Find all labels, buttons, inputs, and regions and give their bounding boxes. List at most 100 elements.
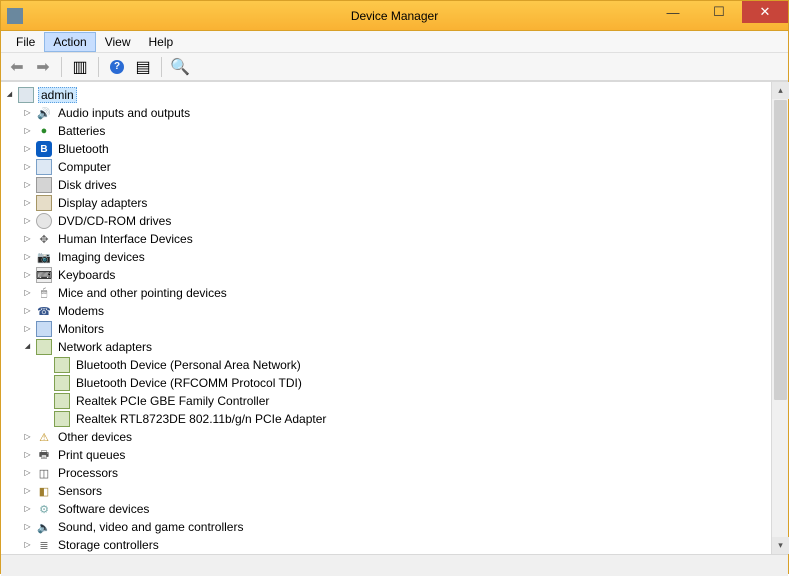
- comp-icon: [36, 159, 52, 175]
- menu-action[interactable]: Action: [44, 32, 95, 52]
- expander-icon[interactable]: [21, 340, 34, 353]
- expander-icon[interactable]: [21, 430, 34, 443]
- node-label: Bluetooth Device (Personal Area Network): [74, 358, 303, 372]
- menu-view[interactable]: View: [96, 32, 140, 52]
- hid-icon: ✥: [36, 231, 52, 247]
- tree-category[interactable]: ⌨ Keyboards: [3, 266, 771, 284]
- app-icon: [7, 8, 23, 24]
- expander-icon[interactable]: [21, 214, 34, 227]
- scroll-down-button[interactable]: ▾: [772, 537, 789, 554]
- expander-icon[interactable]: [21, 484, 34, 497]
- stor-icon: ≣: [36, 537, 52, 553]
- img-icon: 📷: [36, 249, 52, 265]
- expander-icon[interactable]: [21, 106, 34, 119]
- net-icon: [36, 339, 52, 355]
- properties-button[interactable]: ▤: [131, 55, 155, 79]
- node-label: Keyboards: [56, 268, 117, 282]
- sens-icon: ◧: [36, 483, 52, 499]
- mouse-icon: 🖱: [36, 285, 52, 301]
- expander-icon[interactable]: [21, 250, 34, 263]
- dvd-icon: [36, 213, 52, 229]
- expander-icon[interactable]: [21, 520, 34, 533]
- node-label: Disk drives: [56, 178, 119, 192]
- mon-icon: [36, 321, 52, 337]
- tree-category[interactable]: ◫Processors: [3, 464, 771, 482]
- tree-device[interactable]: Realtek PCIe GBE Family Controller: [3, 392, 771, 410]
- tree-category[interactable]: DVD/CD-ROM drives: [3, 212, 771, 230]
- tree-category[interactable]: ≣Storage controllers: [3, 536, 771, 554]
- node-label: Other devices: [56, 430, 134, 444]
- expander-icon[interactable]: [21, 232, 34, 245]
- tree-category[interactable]: ◧Sensors: [3, 482, 771, 500]
- tree-category[interactable]: Display adapters: [3, 194, 771, 212]
- kb-icon: ⌨: [36, 267, 52, 283]
- node-label: Human Interface Devices: [56, 232, 195, 246]
- expander-icon[interactable]: [21, 322, 34, 335]
- expander-icon[interactable]: [21, 142, 34, 155]
- help-button[interactable]: ?: [105, 55, 129, 79]
- expander-icon[interactable]: [21, 178, 34, 191]
- expander-icon[interactable]: [3, 88, 16, 101]
- expander-icon[interactable]: [21, 466, 34, 479]
- node-label: Audio inputs and outputs: [56, 106, 192, 120]
- tree-root[interactable]: admin: [3, 86, 771, 104]
- menu-help[interactable]: Help: [140, 32, 183, 52]
- close-button[interactable]: ✕: [742, 1, 788, 23]
- node-label: Display adapters: [56, 196, 149, 210]
- tree-category[interactable]: ☎ Modems: [3, 302, 771, 320]
- tree-device[interactable]: Bluetooth Device (Personal Area Network): [3, 356, 771, 374]
- tree-category[interactable]: 📷 Imaging devices: [3, 248, 771, 266]
- node-label: Print queues: [56, 448, 127, 462]
- tree-category[interactable]: ⚙Software devices: [3, 500, 771, 518]
- tree-category[interactable]: 🖱Mice and other pointing devices: [3, 284, 771, 302]
- expander-icon[interactable]: [21, 124, 34, 137]
- scroll-thumb[interactable]: [774, 100, 787, 400]
- expander-icon[interactable]: [21, 160, 34, 173]
- tree-device[interactable]: Realtek RTL8723DE 802.11b/g/n PCIe Adapt…: [3, 410, 771, 428]
- modem-icon: ☎: [36, 303, 52, 319]
- tree-category[interactable]: 🖶Print queues: [3, 446, 771, 464]
- menu-file[interactable]: File: [7, 32, 44, 52]
- node-label: Modems: [56, 304, 106, 318]
- batt-icon: ●: [36, 123, 52, 139]
- tree-category[interactable]: ✥ Human Interface Devices: [3, 230, 771, 248]
- disk-icon: [36, 177, 52, 193]
- tree-category[interactable]: ●Batteries: [3, 122, 771, 140]
- minimize-button[interactable]: —: [650, 1, 696, 23]
- show-hide-tree-button[interactable]: ▥: [68, 55, 92, 79]
- expander-icon[interactable]: [21, 304, 34, 317]
- titlebar: Device Manager — ☐ ✕: [1, 1, 788, 31]
- vertical-scrollbar[interactable]: ▴ ▾: [771, 82, 788, 554]
- tree-category[interactable]: ⚠Other devices: [3, 428, 771, 446]
- node-label: DVD/CD-ROM drives: [56, 214, 173, 228]
- tree-category[interactable]: Network adapters: [3, 338, 771, 356]
- window-title: Device Manager: [351, 9, 438, 23]
- tree-category[interactable]: Disk drives: [3, 176, 771, 194]
- tree-device[interactable]: Bluetooth Device (RFCOMM Protocol TDI): [3, 374, 771, 392]
- node-label: Imaging devices: [56, 250, 147, 264]
- expander-icon[interactable]: [21, 196, 34, 209]
- node-label: Monitors: [56, 322, 106, 336]
- expander-icon[interactable]: [21, 502, 34, 515]
- maximize-button[interactable]: ☐: [696, 1, 742, 23]
- expander-icon[interactable]: [21, 268, 34, 281]
- expander-icon[interactable]: [21, 286, 34, 299]
- disp-icon: [36, 195, 52, 211]
- back-button[interactable]: ⬅: [5, 55, 29, 79]
- expander-icon[interactable]: [21, 538, 34, 551]
- toolbar-separator: [61, 57, 62, 77]
- tree-category[interactable]: 🔈Sound, video and game controllers: [3, 518, 771, 536]
- forward-button[interactable]: ➡: [31, 55, 55, 79]
- device-tree[interactable]: admin🔊Audio inputs and outputs●Batteries…: [1, 82, 771, 554]
- tree-category[interactable]: Computer: [3, 158, 771, 176]
- scroll-up-button[interactable]: ▴: [772, 82, 789, 99]
- tree-category[interactable]: BBluetooth: [3, 140, 771, 158]
- sw-icon: ⚙: [36, 501, 52, 517]
- tree-category[interactable]: Monitors: [3, 320, 771, 338]
- net-icon: [54, 393, 70, 409]
- node-label: Bluetooth Device (RFCOMM Protocol TDI): [74, 376, 304, 390]
- scan-hardware-button[interactable]: 🔍: [168, 55, 192, 79]
- node-label: admin: [38, 87, 77, 103]
- tree-category[interactable]: 🔊Audio inputs and outputs: [3, 104, 771, 122]
- expander-icon[interactable]: [21, 448, 34, 461]
